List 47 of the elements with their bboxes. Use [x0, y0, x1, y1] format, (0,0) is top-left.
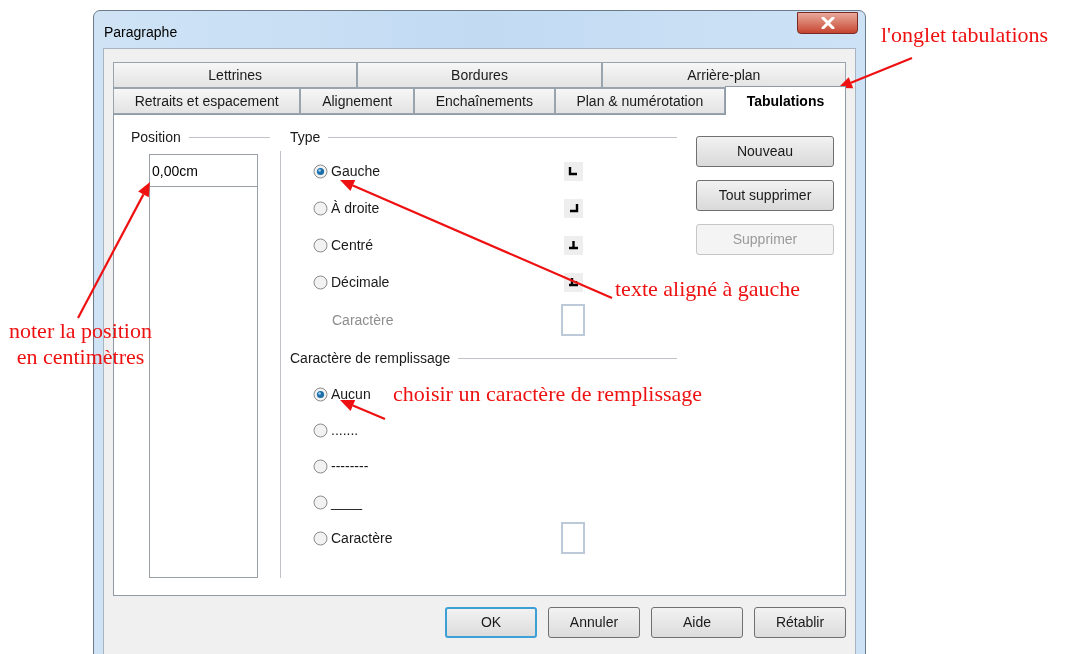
button[interactable]: Rétablir — [754, 607, 846, 638]
tab[interactable]: Arrière-plan — [601, 62, 846, 88]
radio-button[interactable] — [313, 238, 328, 253]
radio-selected[interactable] — [313, 386, 328, 402]
tab[interactable]: Tabulations — [725, 86, 846, 115]
radio-button[interactable] — [313, 422, 328, 438]
close-icon — [820, 17, 835, 29]
radio-label[interactable]: ....... — [331, 419, 359, 441]
tab[interactable]: Plan & numérotation — [554, 88, 725, 114]
radio-label[interactable]: ____ — [331, 491, 363, 513]
radio-button[interactable] — [313, 458, 328, 474]
button[interactable]: Nouveau — [696, 136, 834, 167]
button[interactable]: Aide — [651, 607, 743, 638]
close-button[interactable] — [797, 12, 858, 34]
tab[interactable]: Alignement — [300, 88, 414, 114]
button[interactable]: Tout supprimer — [696, 180, 834, 211]
button[interactable]: Annuler — [548, 607, 640, 638]
tab[interactable]: Enchaînements — [413, 88, 555, 114]
tab[interactable]: Bordures — [357, 62, 602, 88]
character-label: Caractère — [332, 310, 394, 330]
tab[interactable]: Retraits et espacement — [113, 88, 301, 114]
annotation-arrow — [340, 399, 386, 420]
group-label: Caractère de remplissage — [290, 348, 451, 368]
radio-label[interactable]: Décimale — [331, 272, 390, 293]
radio-label[interactable]: -------- — [331, 455, 369, 477]
radio-button[interactable] — [313, 530, 328, 546]
window-title: Paragraphe — [104, 23, 178, 42]
annotation-text: choisir un caractère de remplissage — [393, 381, 703, 407]
button[interactable]: OK — [445, 607, 537, 638]
radio-button[interactable] — [313, 275, 328, 290]
tab-stop-icon — [564, 199, 583, 218]
radio-label[interactable]: À droite — [331, 198, 380, 219]
radio-button[interactable] — [313, 201, 328, 216]
radio-label[interactable]: Caractère — [331, 527, 393, 549]
annotation-text: l'onglet tabulations — [881, 22, 1049, 48]
character-field[interactable] — [561, 522, 585, 554]
tab-stop-icon — [564, 162, 583, 181]
radio-button[interactable] — [313, 494, 328, 510]
tab[interactable]: Lettrines — [113, 62, 358, 88]
radio-label[interactable]: Aucun — [331, 383, 371, 405]
radio-selected[interactable] — [313, 164, 328, 179]
radio-label[interactable]: Gauche — [331, 161, 381, 182]
group-label: Type — [290, 127, 321, 147]
tab-stop-icon — [564, 236, 583, 255]
annotation-text: texte aligné à gauche — [615, 276, 801, 302]
radio-label[interactable]: Centré — [331, 235, 374, 256]
group-label: Position — [131, 127, 181, 147]
